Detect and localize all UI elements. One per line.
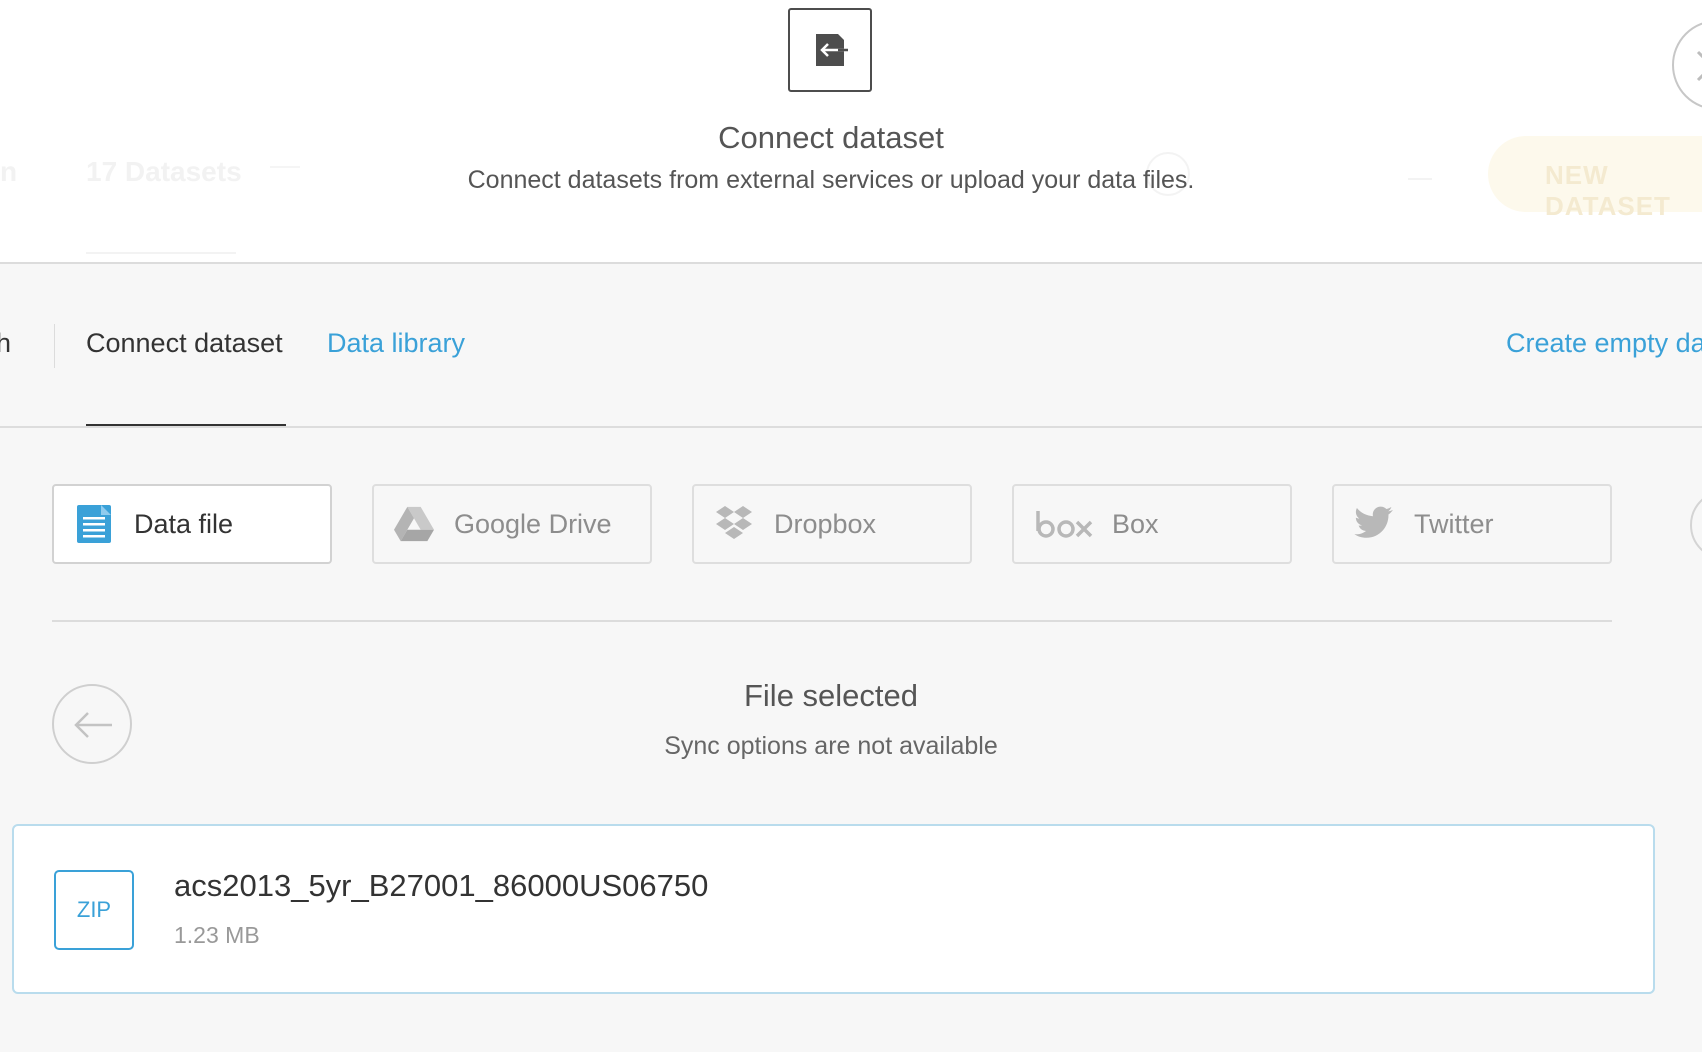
background-tab-underline [86, 252, 236, 254]
source-google-drive-button[interactable]: Google Drive [372, 484, 652, 564]
file-selected-subtitle: Sync options are not available [664, 732, 998, 760]
file-selected-title: File selected [743, 678, 919, 713]
source-label: Data file [134, 508, 234, 539]
close-button[interactable] [1672, 20, 1702, 110]
connect-dataset-icon [788, 8, 872, 92]
source-twitter-button[interactable]: Twitter [1332, 484, 1612, 564]
modal-header: n 17 Datasets NEW DATASET Connect datase… [0, 0, 1702, 264]
box-icon [1034, 504, 1094, 544]
dropbox-icon [714, 504, 754, 544]
file-size: 1.23 MB [174, 922, 260, 948]
tab-data-library[interactable]: Data library [327, 328, 465, 359]
tab-connect-dataset[interactable]: Connect dataset [86, 328, 283, 359]
active-tab-indicator [86, 424, 286, 426]
tab-divider [54, 324, 55, 368]
more-sources-button[interactable] [1690, 490, 1702, 560]
twitter-icon [1354, 504, 1394, 544]
create-empty-dataset-link[interactable]: Create empty dataset [1506, 328, 1702, 359]
tab-bar: h Connect dataset Data library Create em… [0, 264, 1702, 428]
source-dropbox-button[interactable]: Dropbox [692, 484, 972, 564]
zip-file-icon: ZIP [54, 870, 134, 950]
close-icon [1696, 50, 1702, 82]
source-data-file-button[interactable]: Data file [52, 484, 332, 564]
modal-subtitle: Connect datasets from external services … [467, 166, 1195, 194]
source-label: Twitter [1414, 508, 1494, 539]
source-label: Box [1112, 508, 1159, 539]
source-label: Google Drive [454, 508, 612, 539]
google-drive-icon [394, 504, 434, 544]
selected-file-card[interactable]: ZIP acs2013_5yr_B27001_86000US06750 1.23… [12, 824, 1655, 994]
source-label: Dropbox [774, 508, 877, 539]
file-name: acs2013_5yr_B27001_86000US06750 [174, 868, 709, 903]
document-icon [74, 504, 114, 544]
section-divider [52, 620, 1612, 622]
modal-title: Connect dataset [718, 120, 944, 155]
tab-cut-off[interactable]: h [0, 328, 11, 359]
source-box-button[interactable]: Box [1012, 484, 1292, 564]
